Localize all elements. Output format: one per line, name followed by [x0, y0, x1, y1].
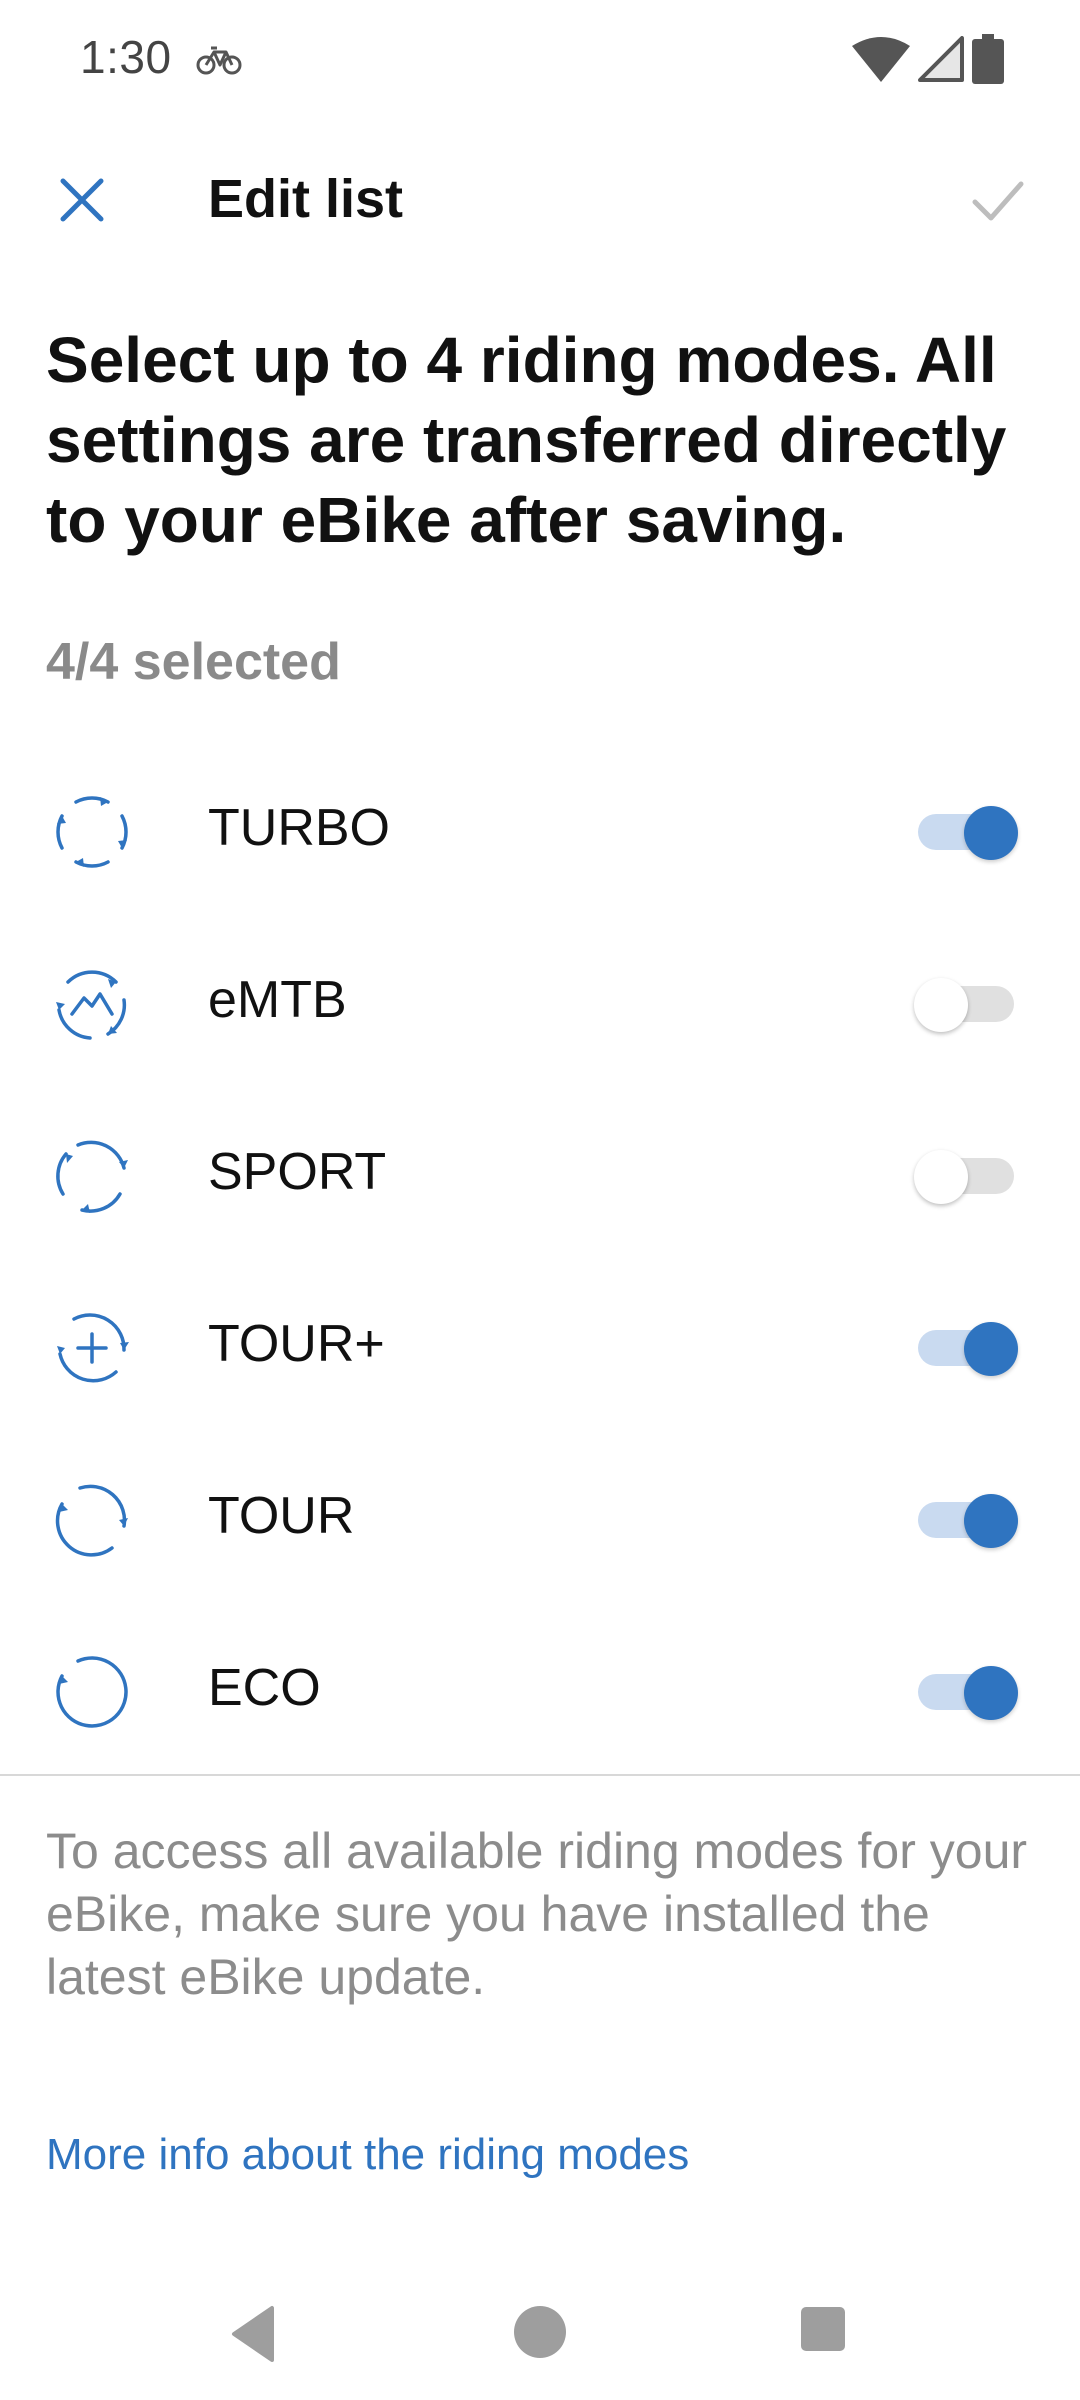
home-icon[interactable] — [512, 2304, 568, 2360]
mode-row-turbo[interactable]: TURBO — [0, 742, 1080, 914]
eco-mode-icon — [56, 1656, 128, 1728]
turbo-mode-icon — [56, 796, 128, 868]
bicycle-icon — [196, 46, 242, 75]
mode-toggle-eco[interactable] — [914, 1666, 1020, 1720]
status-bar: 1:30 — [0, 0, 1080, 120]
mode-label: TOUR+ — [208, 1315, 385, 1373]
info-text: To access all available riding modes for… — [46, 1823, 1028, 2005]
status-icons — [852, 34, 1004, 84]
mode-row-tour-plus[interactable]: TOUR+ — [0, 1258, 1080, 1430]
mode-label: eMTB — [208, 971, 347, 1029]
emtb-mode-icon — [56, 970, 127, 1040]
status-time: 1:30 — [80, 31, 172, 83]
tour-mode-icon — [55, 1484, 128, 1557]
mode-row-eco[interactable]: ECO — [0, 1602, 1080, 1774]
close-button[interactable] — [40, 158, 124, 242]
mode-list: TURBO eMTB SPORT TOUR+ TOUR ECO — [0, 742, 1080, 1774]
mode-toggle-tour[interactable] — [914, 1494, 1020, 1548]
check-icon — [972, 181, 1024, 221]
more-info-link[interactable]: More info about the riding modes — [46, 2130, 689, 2180]
mode-toggle-turbo[interactable] — [914, 806, 1020, 860]
signal-icon — [918, 36, 964, 82]
mode-label: TURBO — [208, 799, 390, 857]
headline: Select up to 4 riding modes. All setting… — [46, 324, 1007, 556]
back-icon[interactable] — [226, 2302, 290, 2366]
recents-icon[interactable] — [800, 2306, 846, 2352]
selected-count: 4/4 selected — [46, 633, 341, 691]
sport-mode-icon — [56, 1140, 128, 1213]
nav-bar — [0, 2280, 1080, 2400]
mode-toggle-emtb[interactable] — [914, 978, 1020, 1032]
tour-plus-mode-icon — [57, 1313, 129, 1383]
app-bar: Edit list — [0, 140, 1080, 260]
toggle-thumb — [964, 1322, 1018, 1376]
mode-label: SPORT — [208, 1143, 387, 1201]
mode-toggle-tour-plus[interactable] — [914, 1322, 1020, 1376]
battery-icon — [972, 34, 1004, 84]
wifi-icon — [852, 37, 910, 82]
mode-row-emtb[interactable]: eMTB — [0, 914, 1080, 1086]
mode-label: TOUR — [208, 1487, 355, 1545]
toggle-thumb — [964, 1666, 1018, 1720]
page-title: Edit list — [208, 169, 404, 229]
toggle-thumb — [914, 978, 968, 1032]
mode-toggle-sport[interactable] — [914, 1150, 1020, 1204]
save-button[interactable] — [956, 158, 1040, 242]
mode-row-sport[interactable]: SPORT — [0, 1086, 1080, 1258]
divider — [0, 1774, 1080, 1776]
toggle-thumb — [914, 1150, 968, 1204]
screen: 1:30 Edit list Select up to 4 riding mod… — [0, 0, 1080, 2400]
mode-row-tour[interactable]: TOUR — [0, 1430, 1080, 1602]
toggle-thumb — [964, 1494, 1018, 1548]
mode-label: ECO — [208, 1659, 321, 1717]
close-icon — [60, 178, 104, 222]
toggle-thumb — [964, 806, 1018, 860]
